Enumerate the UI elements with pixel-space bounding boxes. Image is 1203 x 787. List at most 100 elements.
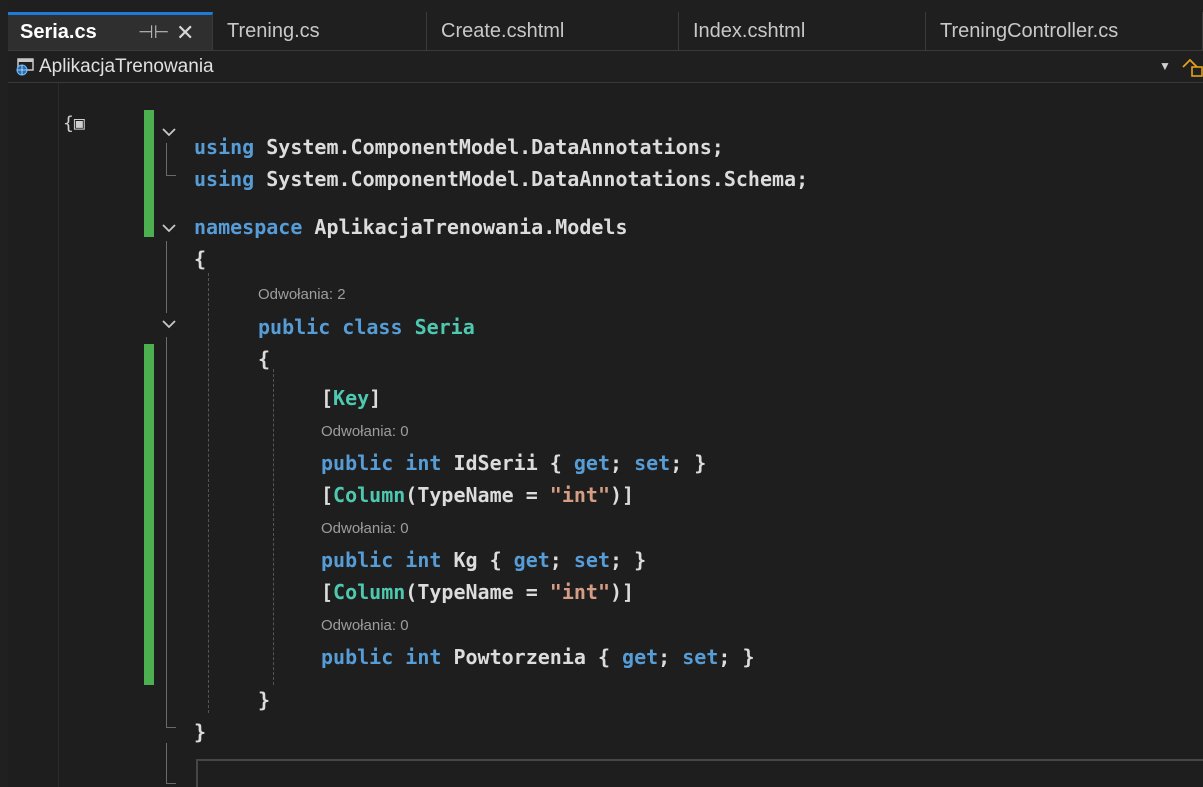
keyword: public	[321, 645, 394, 669]
tab-label: Seria.cs	[20, 21, 97, 43]
code-line-15[interactable]: }	[194, 716, 206, 748]
keyword: set	[573, 548, 611, 572]
code-line-11[interactable]: public int Kg { get; set; }	[321, 544, 646, 576]
code-line-7[interactable]: {	[258, 343, 270, 375]
string-literal: "int"	[549, 580, 611, 604]
code-text: }	[258, 688, 271, 712]
tab-label: TreningController.cs	[940, 20, 1119, 42]
code-text: ;	[610, 451, 635, 475]
references-lens[interactable]: Odwołania: 0	[321, 616, 409, 636]
code-line-13[interactable]: public int Powtorzenia { get; set; }	[321, 641, 755, 673]
keyword: using	[194, 167, 255, 191]
code-text: {	[194, 247, 207, 271]
code-text: ;	[549, 548, 574, 572]
code-text: ;	[658, 645, 683, 669]
code-line-12[interactable]: [Column(TypeName = "int")]	[321, 576, 634, 608]
keyword: get	[573, 451, 610, 475]
window-left-border	[0, 0, 8, 787]
window-top-border	[0, 0, 1203, 12]
project-dropdown[interactable]: AplikacjaTrenowania	[39, 51, 214, 82]
code-text: IdSerii {	[441, 451, 574, 475]
code-text: [	[321, 386, 334, 410]
keyword: public	[258, 315, 331, 339]
code-line-14[interactable]: }	[258, 684, 270, 716]
tab-trening-cs[interactable]: Trening.cs	[213, 12, 427, 50]
type-name: Seria	[414, 315, 475, 339]
code-text: (TypeName =	[405, 483, 550, 507]
web-project-icon	[16, 58, 34, 76]
code-text: (TypeName =	[405, 580, 550, 604]
code-text: }	[194, 720, 207, 744]
change-indicator	[144, 110, 154, 237]
code-text: ; }	[610, 548, 647, 572]
tab-seria-cs[interactable]: Seria.cs ⊣⊢ ✕	[8, 12, 213, 50]
close-icon[interactable]: ✕	[176, 15, 194, 50]
keyword: public	[321, 451, 394, 475]
indent-guide	[208, 273, 209, 713]
code-text: ; }	[670, 451, 707, 475]
code-editor[interactable]: {▣ using System.ComponentModel.DataAnnot…	[8, 83, 1203, 787]
outline-guide	[166, 337, 167, 727]
outline-guide	[166, 143, 167, 175]
outline-guide	[166, 241, 167, 313]
keyword: namespace	[194, 215, 303, 239]
code-text: AplikacjaTrenowania.Models	[302, 215, 628, 239]
change-indicator	[144, 344, 154, 685]
type-name: Column	[333, 483, 406, 507]
tab-label: Create.cshtml	[441, 20, 565, 42]
string-literal: "int"	[549, 483, 611, 507]
code-text: )]	[610, 580, 635, 604]
keyword: public	[321, 548, 394, 572]
outline-guide	[166, 743, 167, 783]
member-icon[interactable]	[1180, 55, 1203, 79]
code-text: ; }	[718, 645, 755, 669]
tab-label: Trening.cs	[227, 20, 320, 42]
tab-label: Index.cshtml	[693, 20, 806, 42]
keyword: int	[405, 645, 442, 669]
keyword: int	[405, 451, 442, 475]
tab-treningcontroller-cs[interactable]: TreningController.cs	[926, 12, 1203, 50]
outline-guide	[166, 783, 176, 784]
code-text: ]	[369, 386, 382, 410]
tab-index-cshtml[interactable]: Index.cshtml	[679, 12, 926, 50]
code-line-10[interactable]: [Column(TypeName = "int")]	[321, 479, 634, 511]
code-text: [	[321, 483, 334, 507]
references-lens[interactable]: Odwołania: 0	[321, 422, 409, 442]
keyword: get	[622, 645, 659, 669]
keyword: set	[682, 645, 719, 669]
chevron-down-icon[interactable]	[160, 123, 178, 141]
code-text: {	[258, 347, 271, 371]
code-text: Powtorzenia {	[441, 645, 623, 669]
code-text: [	[321, 580, 334, 604]
pin-icon[interactable]: ⊣⊢	[138, 15, 169, 50]
code-line-2[interactable]: using System.ComponentModel.DataAnnotati…	[194, 163, 808, 195]
visual-studio-window: Seria.cs ⊣⊢ ✕ Trening.cs Create.cshtml I…	[0, 0, 1203, 787]
tab-create-cshtml[interactable]: Create.cshtml	[427, 12, 679, 50]
code-lens-icon[interactable]: {▣	[63, 113, 85, 134]
current-line-highlight[interactable]	[196, 759, 1203, 787]
indent-guide	[273, 369, 274, 685]
keyword: int	[405, 548, 442, 572]
keyword: class	[342, 315, 403, 339]
chevron-down-icon[interactable]	[160, 219, 178, 237]
code-text: )]	[610, 483, 635, 507]
code-line-1[interactable]: using System.ComponentModel.DataAnnotati…	[194, 131, 724, 163]
keyword: set	[634, 451, 671, 475]
type-name: Key	[333, 386, 370, 410]
outline-guide	[166, 175, 176, 176]
chevron-down-icon[interactable]	[160, 315, 178, 333]
code-line-6[interactable]: public class Seria	[258, 311, 475, 343]
code-line-8[interactable]: [Key]	[321, 382, 381, 414]
type-name: Column	[333, 580, 406, 604]
code-line-4[interactable]: namespace AplikacjaTrenowania.Models	[194, 211, 627, 243]
keyword: using	[194, 135, 255, 159]
gutter-separator	[58, 83, 59, 787]
document-tab-strip: Seria.cs ⊣⊢ ✕ Trening.cs Create.cshtml I…	[8, 12, 1203, 50]
references-lens[interactable]: Odwołania: 0	[321, 519, 409, 539]
code-line-9[interactable]: public int IdSerii { get; set; }	[321, 447, 706, 479]
code-text: System.ComponentModel.DataAnnotations;	[254, 135, 724, 159]
code-line-5[interactable]: {	[194, 243, 206, 275]
chevron-down-icon[interactable]: ▼	[1159, 51, 1171, 82]
references-lens[interactable]: Odwołania: 2	[258, 285, 346, 305]
code-text: System.ComponentModel.DataAnnotations.Sc…	[254, 167, 809, 191]
